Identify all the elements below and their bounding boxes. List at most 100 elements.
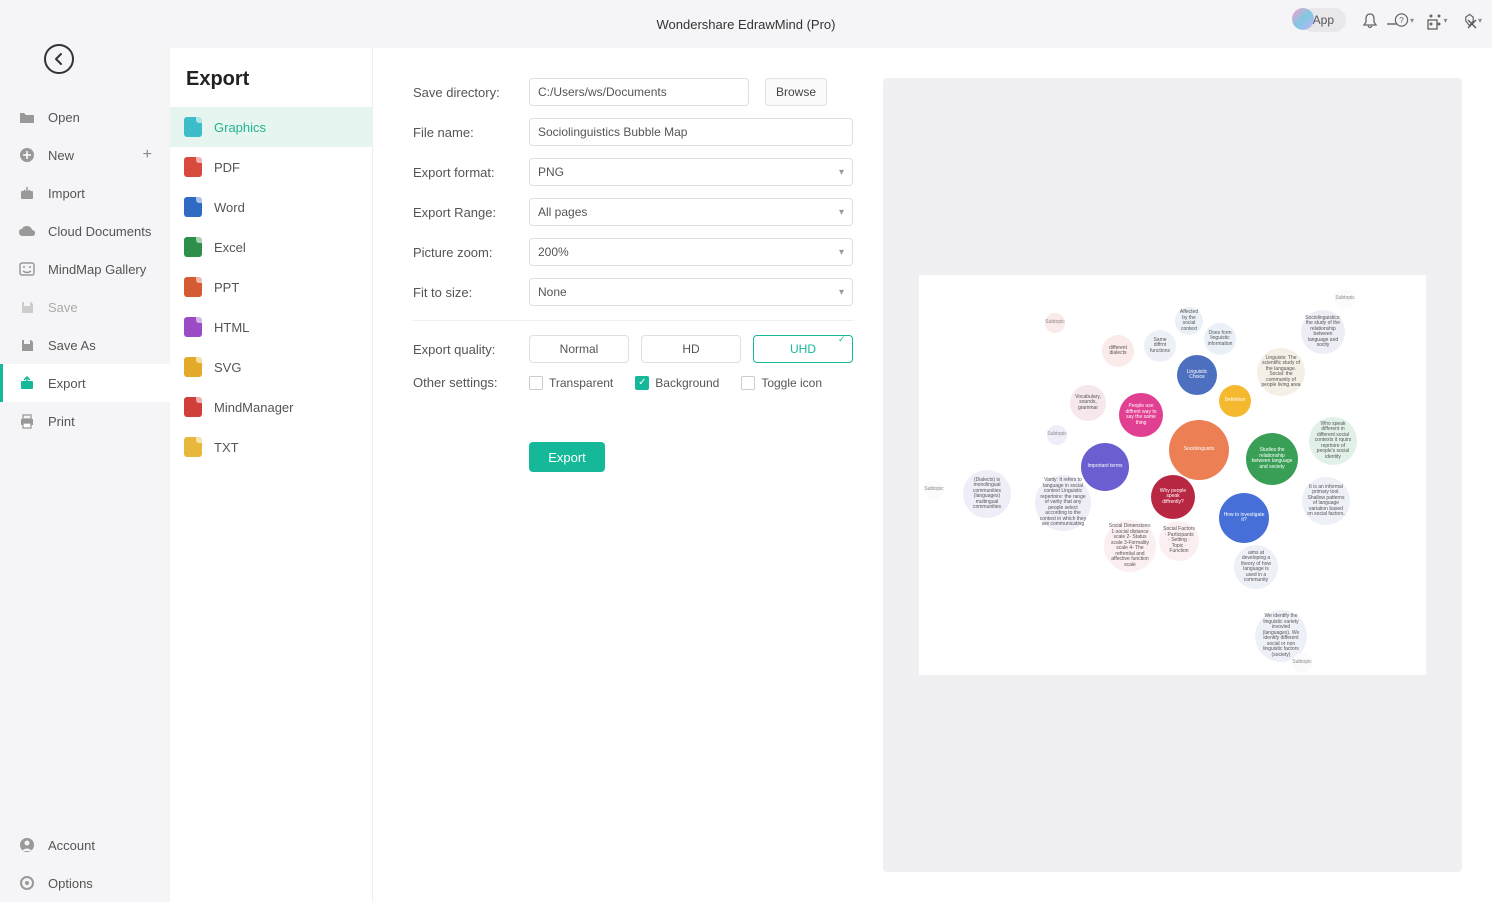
format-item-svg[interactable]: SVG [170,347,372,387]
print-icon [18,412,36,430]
theme-icon[interactable]: ▾ [1462,10,1482,30]
format-label: PPT [214,280,239,295]
nav-label: Open [48,110,80,125]
format-label: MindManager [214,400,294,415]
nav-save-as[interactable]: Save As [0,326,170,364]
user-avatar[interactable] [1292,8,1314,30]
mindmap-bubble: Definition [1219,385,1251,417]
mindmap-bubble: Subtopic [1047,425,1067,445]
range-label: Export Range: [413,205,513,220]
nav-save: Save [0,288,170,326]
chevron-down-icon: ▾ [839,247,844,258]
file-type-icon [184,317,202,337]
fit-label: Fit to size: [413,285,513,300]
plus-circle-icon [18,146,36,164]
nav-import[interactable]: Import [0,174,170,212]
browse-button[interactable]: Browse [765,78,827,106]
nav-label: Export [48,376,86,391]
format-item-pdf[interactable]: PDF [170,147,372,187]
nav-label: Print [48,414,75,429]
cloud-icon [18,222,36,240]
file-type-icon [184,437,202,457]
mindmap-bubble: Who speak different in different social … [1309,417,1357,465]
format-item-graphics[interactable]: Graphics [170,107,372,147]
format-label: PDF [214,160,240,175]
nav-print[interactable]: Print [0,402,170,440]
preview-panel: SociolinguistsLinguistic ChoiceDefinitio… [883,78,1462,872]
file-type-icon [184,157,202,177]
range-select[interactable]: All pages▾ [529,198,853,226]
mindmap-bubble: Does form linguistic information [1204,323,1236,355]
mindmap-bubble: (Dialects) is monolingual communities (l… [963,470,1011,518]
zoom-select[interactable]: 200%▾ [529,238,853,266]
mindmap-bubble: Affected by the social context [1175,307,1203,335]
export-button[interactable]: Export [529,442,605,472]
mindmap-bubble: Subtopic [1045,313,1065,333]
transparent-checkbox[interactable]: Transparent [529,376,613,390]
nav-label: MindMap Gallery [48,262,146,277]
zoom-label: Picture zoom: [413,245,513,260]
gallery-icon [18,260,36,278]
sidebar-nav: Open New + Import Cloud Documents MindMa… [0,48,170,902]
quality-option-uhd[interactable]: UHD [753,335,853,363]
nav-options[interactable]: Options [0,864,170,902]
fit-select[interactable]: None▾ [529,278,853,306]
other-settings-label: Other settings: [413,375,513,390]
nav-label: Account [48,838,95,853]
format-sidebar: Export GraphicsPDFWordExcelPPTHTMLSVGMin… [170,48,373,902]
import-icon [18,184,36,202]
help-icon[interactable]: ? ▾ [1394,10,1414,30]
mindmap-bubble: different dialects [1102,335,1134,367]
nav-export[interactable]: Export [0,364,170,402]
mindmap-bubble: Social Dimensions: 1-social distance sca… [1104,520,1156,572]
file-type-icon [184,277,202,297]
preview-canvas: SociolinguistsLinguistic ChoiceDefinitio… [919,275,1426,675]
nav-label: Import [48,186,85,201]
grid-icon[interactable]: ▾ [1428,10,1448,30]
format-select[interactable]: PNG▾ [529,158,853,186]
quality-option-normal[interactable]: Normal [529,335,629,363]
nav-gallery[interactable]: MindMap Gallery [0,250,170,288]
file-type-icon [184,397,202,417]
nav-new[interactable]: New + [0,136,170,174]
file-name-input[interactable] [529,118,853,146]
quality-option-hd[interactable]: HD [641,335,741,363]
format-label: Export format: [413,165,513,180]
toggle-icon-checkbox[interactable]: Toggle icon [741,376,822,390]
app-title: Wondershare EdrawMind (Pro) [657,17,836,32]
mindmap-bubble: Varity: It refers to language in social … [1035,475,1091,531]
save-dir-input[interactable] [529,78,749,106]
chevron-down-icon: ▾ [839,167,844,178]
nav-label: Options [48,876,93,891]
nav-label: Cloud Documents [48,224,151,239]
mindmap-bubble: Vocabulary, sounds, grammar [1070,385,1106,421]
background-checkbox[interactable]: ✓Background [635,376,719,390]
back-button[interactable] [44,44,74,74]
bell-icon[interactable] [1360,10,1380,30]
format-item-ppt[interactable]: PPT [170,267,372,307]
chevron-down-icon: ▾ [839,287,844,298]
mindmap-bubble: Subtopic [1292,653,1312,673]
nav-label: Save As [48,338,96,353]
add-icon[interactable]: + [143,146,152,164]
format-item-excel[interactable]: Excel [170,227,372,267]
nav-open[interactable]: Open [0,98,170,136]
format-item-mindmanager[interactable]: MindManager [170,387,372,427]
mindmap-bubble: Same diffrnt functions [1144,330,1176,362]
file-type-icon [184,357,202,377]
quality-label: Export quality: [413,342,513,357]
format-item-txt[interactable]: TXT [170,427,372,467]
nav-account[interactable]: Account [0,826,170,864]
gear-icon [18,874,36,892]
chevron-down-icon: ▾ [839,207,844,218]
save-as-icon [18,336,36,354]
mindmap-bubble: Sociolinguistics: the study of the relat… [1301,310,1345,354]
format-item-html[interactable]: HTML [170,307,372,347]
format-label: TXT [214,440,239,455]
format-item-word[interactable]: Word [170,187,372,227]
nav-cloud[interactable]: Cloud Documents [0,212,170,250]
mindmap-bubble: Important terms [1081,443,1129,491]
mindmap-bubble: Why people speak diffrently? [1151,475,1195,519]
file-type-icon [184,197,202,217]
export-icon [18,374,36,392]
